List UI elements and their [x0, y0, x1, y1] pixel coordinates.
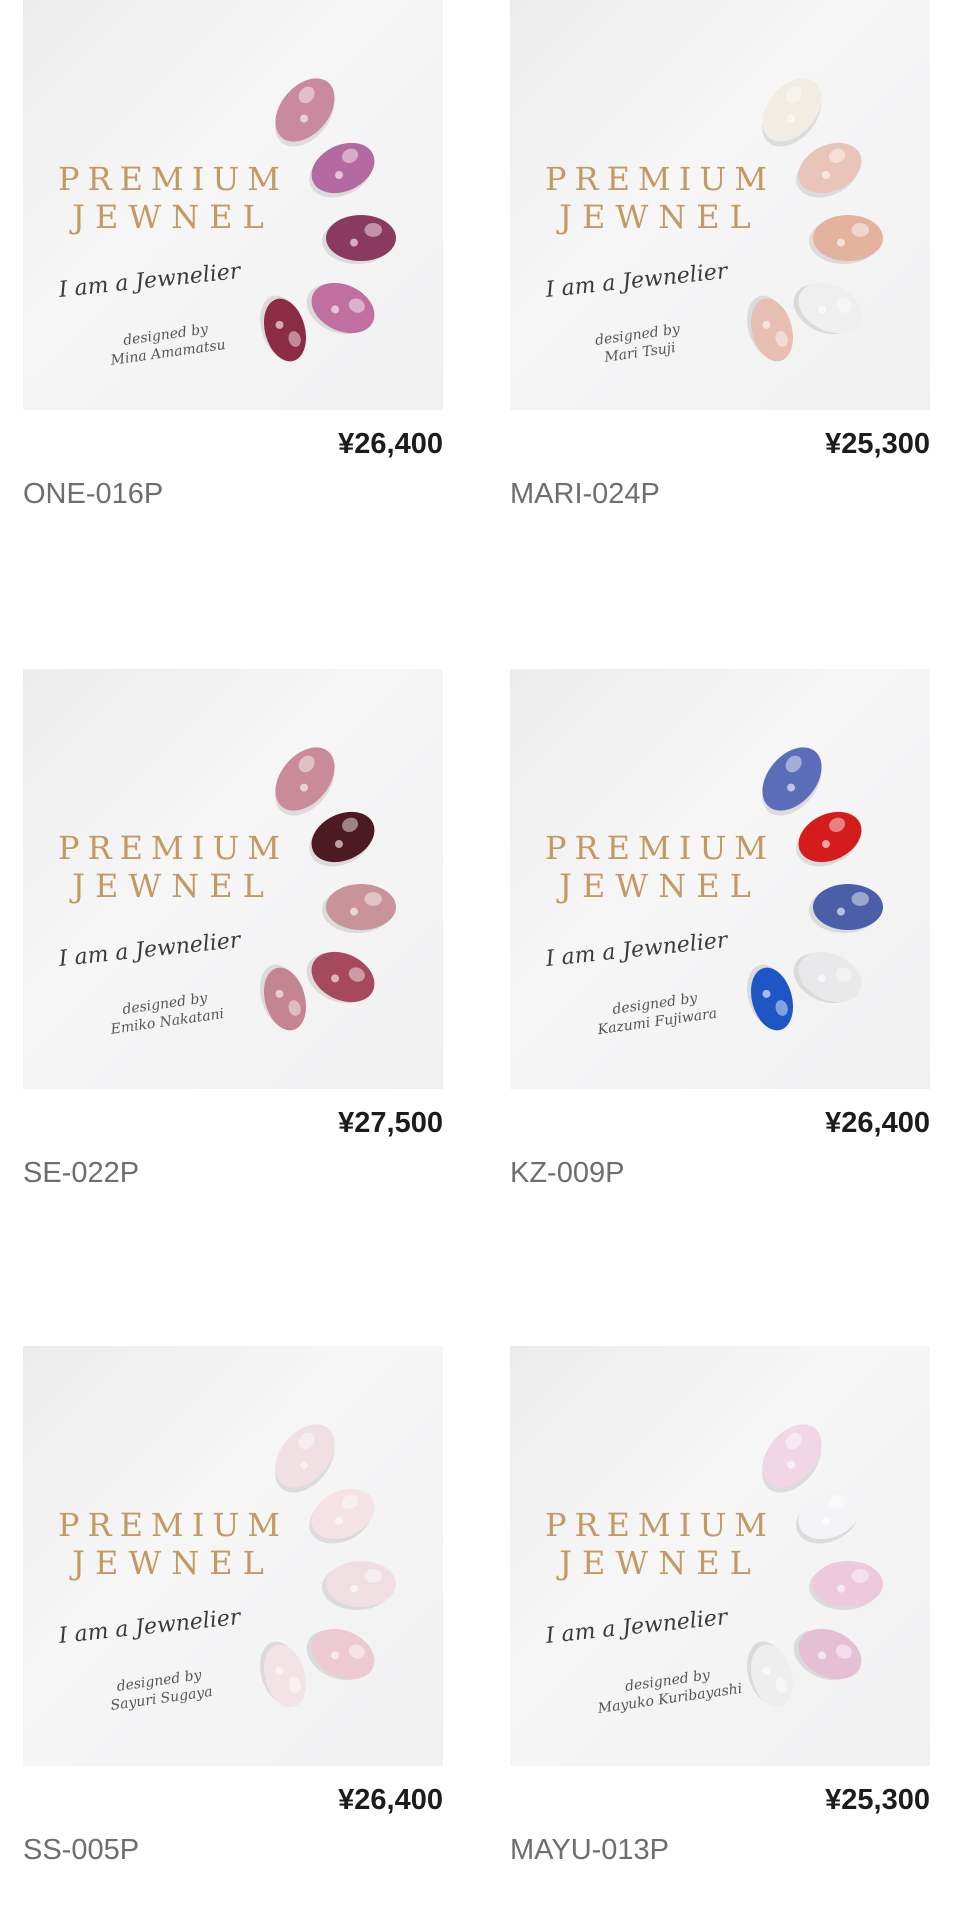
nail-tip: [260, 964, 307, 1031]
nail-tip: [809, 215, 883, 264]
product-code[interactable]: MAYU-013P: [510, 1834, 669, 1867]
nail-tip: [796, 142, 862, 198]
nail-tip: [322, 215, 396, 264]
brand-name-line1: PREMIUM: [57, 829, 289, 867]
brand-name-line1: PREMIUM: [544, 1506, 776, 1544]
product-code[interactable]: MARI-024P: [510, 478, 660, 511]
nail-tip: [793, 1628, 862, 1681]
product-code[interactable]: KZ-009P: [510, 1157, 624, 1190]
nail-tip: [762, 747, 822, 816]
nail-tip: [275, 78, 335, 147]
nail-tip: [793, 282, 862, 335]
nail-tip: [309, 1488, 375, 1544]
product-card[interactable]: PREMIUM JEWNEL I am a Jewnelier designed…: [23, 669, 443, 1229]
nail-tip: [322, 884, 396, 933]
nail-tip: [809, 884, 883, 933]
product-image[interactable]: PREMIUM JEWNEL I am a Jewnelier designed…: [23, 1346, 443, 1766]
product-image[interactable]: PREMIUM JEWNEL I am a Jewnelier designed…: [510, 0, 930, 410]
brand-name-line2: JEWNEL: [559, 1544, 761, 1582]
brand-name-line2: JEWNEL: [72, 198, 274, 236]
brand-logo: PREMIUM JEWNEL: [53, 160, 293, 236]
brand-name-line2: JEWNEL: [72, 1544, 274, 1582]
brand-logo: PREMIUM JEWNEL: [540, 1506, 780, 1582]
nail-tip: [762, 1424, 822, 1493]
product-code[interactable]: SE-022P: [23, 1157, 139, 1190]
product-card[interactable]: PREMIUM JEWNEL I am a Jewnelier designed…: [510, 669, 930, 1229]
nail-tip: [260, 295, 307, 362]
nail-tip: [275, 747, 335, 816]
nail-tip: [809, 1561, 883, 1610]
nail-tip: [796, 1488, 862, 1544]
nail-tip: [793, 951, 862, 1004]
product-card[interactable]: PREMIUM JEWNEL I am a Jewnelier designed…: [23, 1346, 443, 1906]
nail-tip: [322, 1561, 396, 1610]
nail-tip: [747, 295, 794, 362]
product-card[interactable]: PREMIUM JEWNEL I am a Jewnelier designed…: [23, 0, 443, 560]
nail-tip: [275, 1424, 335, 1493]
nail-tip: [796, 811, 862, 867]
brand-logo: PREMIUM JEWNEL: [53, 829, 293, 905]
brand-name-line2: JEWNEL: [559, 198, 761, 236]
brand-name-line1: PREMIUM: [57, 1506, 289, 1544]
brand-logo: PREMIUM JEWNEL: [53, 1506, 293, 1582]
nail-tip: [747, 1641, 794, 1708]
nail-tip: [306, 1628, 375, 1681]
product-price: ¥25,300: [825, 1784, 930, 1816]
product-image[interactable]: PREMIUM JEWNEL I am a Jewnelier designed…: [510, 1346, 930, 1766]
product-card[interactable]: PREMIUM JEWNEL I am a Jewnelier designed…: [510, 0, 930, 560]
product-code[interactable]: ONE-016P: [23, 478, 163, 511]
brand-name-line1: PREMIUM: [544, 160, 776, 198]
product-image[interactable]: PREMIUM JEWNEL I am a Jewnelier designed…: [510, 669, 930, 1089]
nail-tip: [306, 951, 375, 1004]
brand-name-line1: PREMIUM: [57, 160, 289, 198]
nail-tip: [762, 78, 822, 147]
nail-tip: [306, 282, 375, 335]
nail-tip: [309, 811, 375, 867]
product-price: ¥26,400: [338, 428, 443, 460]
brand-name-line2: JEWNEL: [72, 867, 274, 905]
product-image[interactable]: PREMIUM JEWNEL I am a Jewnelier designed…: [23, 669, 443, 1089]
product-price: ¥25,300: [825, 428, 930, 460]
product-price: ¥26,400: [338, 1784, 443, 1816]
nail-tip: [260, 1641, 307, 1708]
brand-logo: PREMIUM JEWNEL: [540, 829, 780, 905]
brand-logo: PREMIUM JEWNEL: [540, 160, 780, 236]
product-price: ¥26,400: [825, 1107, 930, 1139]
brand-name-line2: JEWNEL: [559, 867, 761, 905]
nail-tip: [309, 142, 375, 198]
product-grid: PREMIUM JEWNEL I am a Jewnelier designed…: [0, 0, 960, 1875]
product-code[interactable]: SS-005P: [23, 1834, 139, 1867]
product-image[interactable]: PREMIUM JEWNEL I am a Jewnelier designed…: [23, 0, 443, 410]
nail-tip: [747, 964, 794, 1031]
product-price: ¥27,500: [338, 1107, 443, 1139]
product-card[interactable]: PREMIUM JEWNEL I am a Jewnelier designed…: [510, 1346, 930, 1906]
brand-name-line1: PREMIUM: [544, 829, 776, 867]
